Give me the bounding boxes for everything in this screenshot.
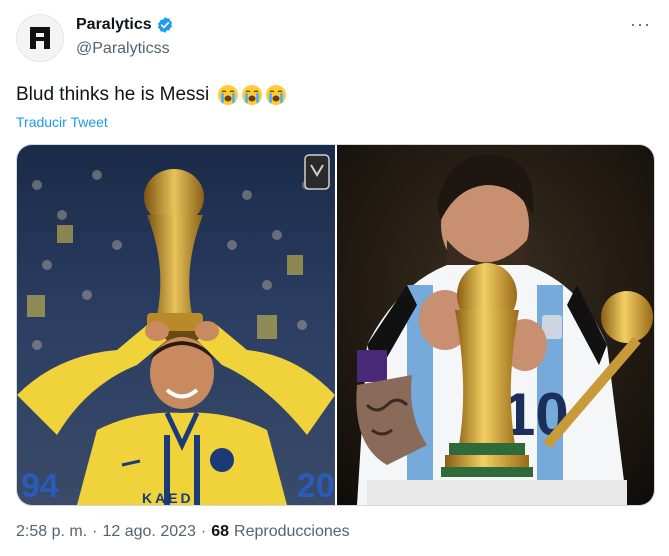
views-label: Reproducciones — [234, 523, 350, 540]
meta-separator-2: · — [200, 523, 207, 540]
tweet-media-grid: 94 20 KAED 10 — [16, 144, 655, 506]
messi-world-cup-photo[interactable]: 10 — [337, 145, 654, 505]
meta-separator: · — [92, 523, 98, 540]
more-options-icon[interactable]: ··· — [630, 15, 651, 33]
tweet-date[interactable]: 12 ago. 2023 — [102, 523, 195, 541]
jersey-number-right: 20 — [297, 467, 335, 505]
paralytics-logo-icon — [30, 27, 50, 49]
loudly-crying-face-icon — [266, 85, 287, 105]
loudly-crying-face-icon — [218, 85, 239, 105]
verified-badge-icon — [156, 16, 174, 34]
jersey-text: KAED — [142, 490, 194, 505]
translate-tweet-link[interactable]: Traducir Tweet — [16, 114, 108, 130]
tweet-meta: 2:58 p. m. · 12 ago. 2023 · 68 Reproducc… — [16, 523, 350, 541]
emoji-group — [217, 84, 287, 106]
avatar[interactable] — [16, 14, 64, 62]
views-count: 68 — [211, 523, 230, 540]
author-display-name[interactable]: Paralytics — [76, 16, 152, 34]
author-name-row: Paralytics — [76, 16, 174, 34]
tweet-text: Blud thinks he is Messi — [16, 84, 287, 106]
tweet-time[interactable]: 2:58 p. m. — [16, 523, 87, 541]
tweet-text-content: Blud thinks he is Messi — [16, 84, 210, 105]
ronaldo-trophy-photo[interactable]: 94 20 KAED — [17, 145, 335, 505]
loudly-crying-face-icon — [242, 85, 263, 105]
author-handle[interactable]: @Paralyticss — [76, 40, 170, 58]
jersey-number-left: 94 — [21, 467, 59, 505]
